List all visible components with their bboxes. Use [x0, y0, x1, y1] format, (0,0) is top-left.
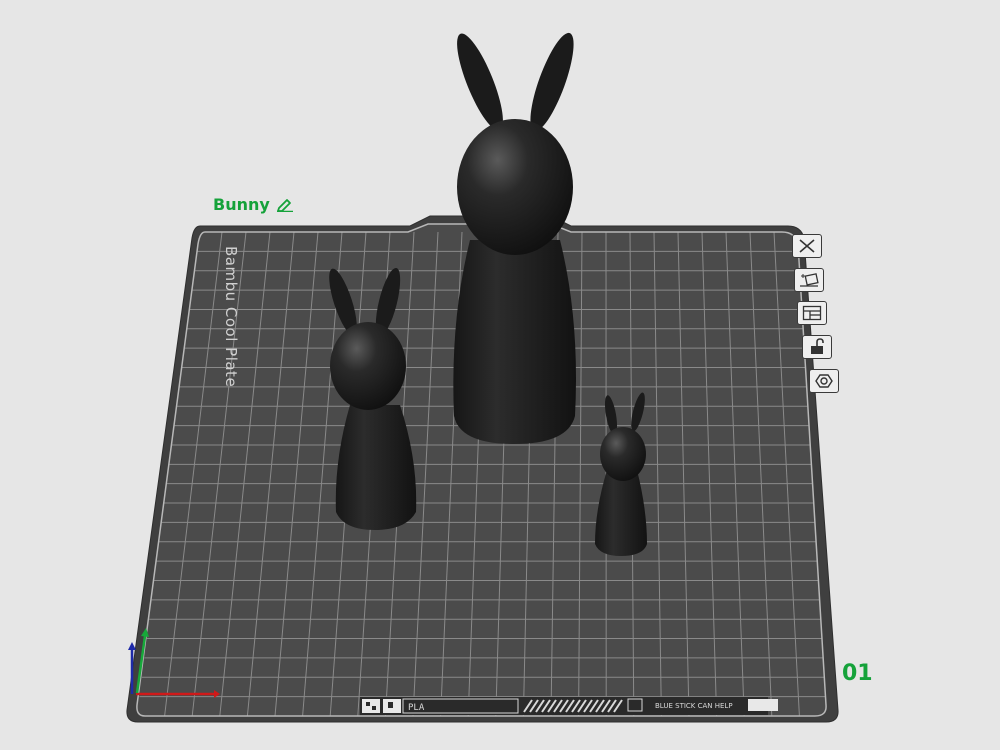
- plate-settings-button[interactable]: [809, 369, 839, 393]
- lock-plate-button[interactable]: [802, 335, 832, 359]
- lock-icon: [808, 338, 826, 356]
- settings-icon: [814, 373, 834, 389]
- plate-type-label: Bambu Cool Plate: [222, 246, 240, 387]
- auto-orient-icon: [798, 272, 820, 288]
- arrange-button[interactable]: [797, 301, 827, 325]
- plate-number: 01: [842, 661, 873, 686]
- arrange-icon: [802, 305, 822, 321]
- auto-orient-button[interactable]: [794, 268, 824, 292]
- plate-bottom-strip: PLA BLUE STICK CAN HELP: [360, 697, 778, 715]
- edit-pencil-icon[interactable]: [276, 198, 294, 212]
- plate-name-label[interactable]: Bunny: [213, 195, 294, 214]
- close-plate-button[interactable]: [792, 234, 822, 258]
- close-icon: [798, 238, 816, 254]
- filament-type-label: PLA: [408, 703, 425, 713]
- plate-name-text: Bunny: [213, 195, 270, 214]
- 3d-viewport[interactable]: PLA BLUE STICK CAN HELP Bambu Cool Plate: [0, 0, 1000, 750]
- plate-notice-text: BLUE STICK CAN HELP: [655, 702, 733, 710]
